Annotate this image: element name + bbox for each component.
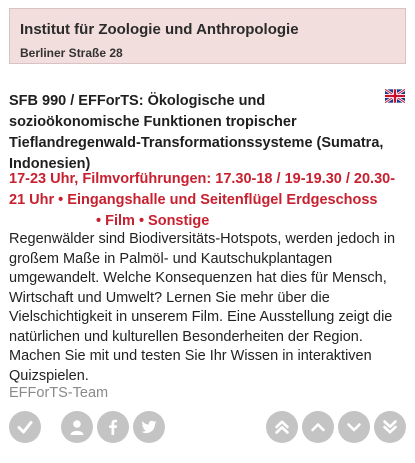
user-icon bbox=[70, 420, 84, 435]
check-button[interactable] bbox=[9, 411, 41, 443]
separator: • bbox=[54, 192, 68, 208]
event-author: EFForTS-Team bbox=[9, 385, 109, 401]
event-title: SFB 990 / EFForTS: Ökologische und sozio… bbox=[9, 93, 384, 172]
separator: • bbox=[96, 213, 106, 229]
twitter-button[interactable] bbox=[133, 411, 165, 443]
scroll-bottom-button[interactable] bbox=[374, 411, 406, 443]
event-description: Regenwälder sind Biodiversitäts-Hotspots… bbox=[9, 231, 396, 384]
scroll-top-button[interactable] bbox=[266, 411, 298, 443]
institute-header: Institut für Zoologie und Anthropologie … bbox=[9, 8, 406, 64]
double-down-icon bbox=[383, 420, 397, 434]
twitter-icon bbox=[141, 420, 157, 434]
institute-name: Institut für Zoologie und Anthropologie bbox=[20, 21, 299, 38]
down-icon bbox=[347, 423, 361, 432]
event-time-location: 17-23 Uhr, Filmvorführungen: 17.30-18 / … bbox=[9, 169, 404, 211]
up-icon bbox=[311, 423, 325, 432]
institute-address: Berliner Straße 28 bbox=[20, 46, 123, 60]
uk-flag-icon[interactable] bbox=[385, 89, 405, 103]
facebook-icon bbox=[109, 419, 117, 435]
facebook-button[interactable] bbox=[97, 411, 129, 443]
check-icon bbox=[17, 421, 33, 434]
double-up-icon bbox=[275, 420, 289, 434]
scroll-down-button[interactable] bbox=[338, 411, 370, 443]
user-button[interactable] bbox=[61, 411, 93, 443]
event-location: Eingangshalle und Seitenflügel Erdgescho… bbox=[67, 192, 378, 208]
event-categories: Film • Sonstige bbox=[105, 213, 210, 229]
event-categories-line: • Film • Sonstige bbox=[96, 211, 406, 232]
scroll-up-button[interactable] bbox=[302, 411, 334, 443]
